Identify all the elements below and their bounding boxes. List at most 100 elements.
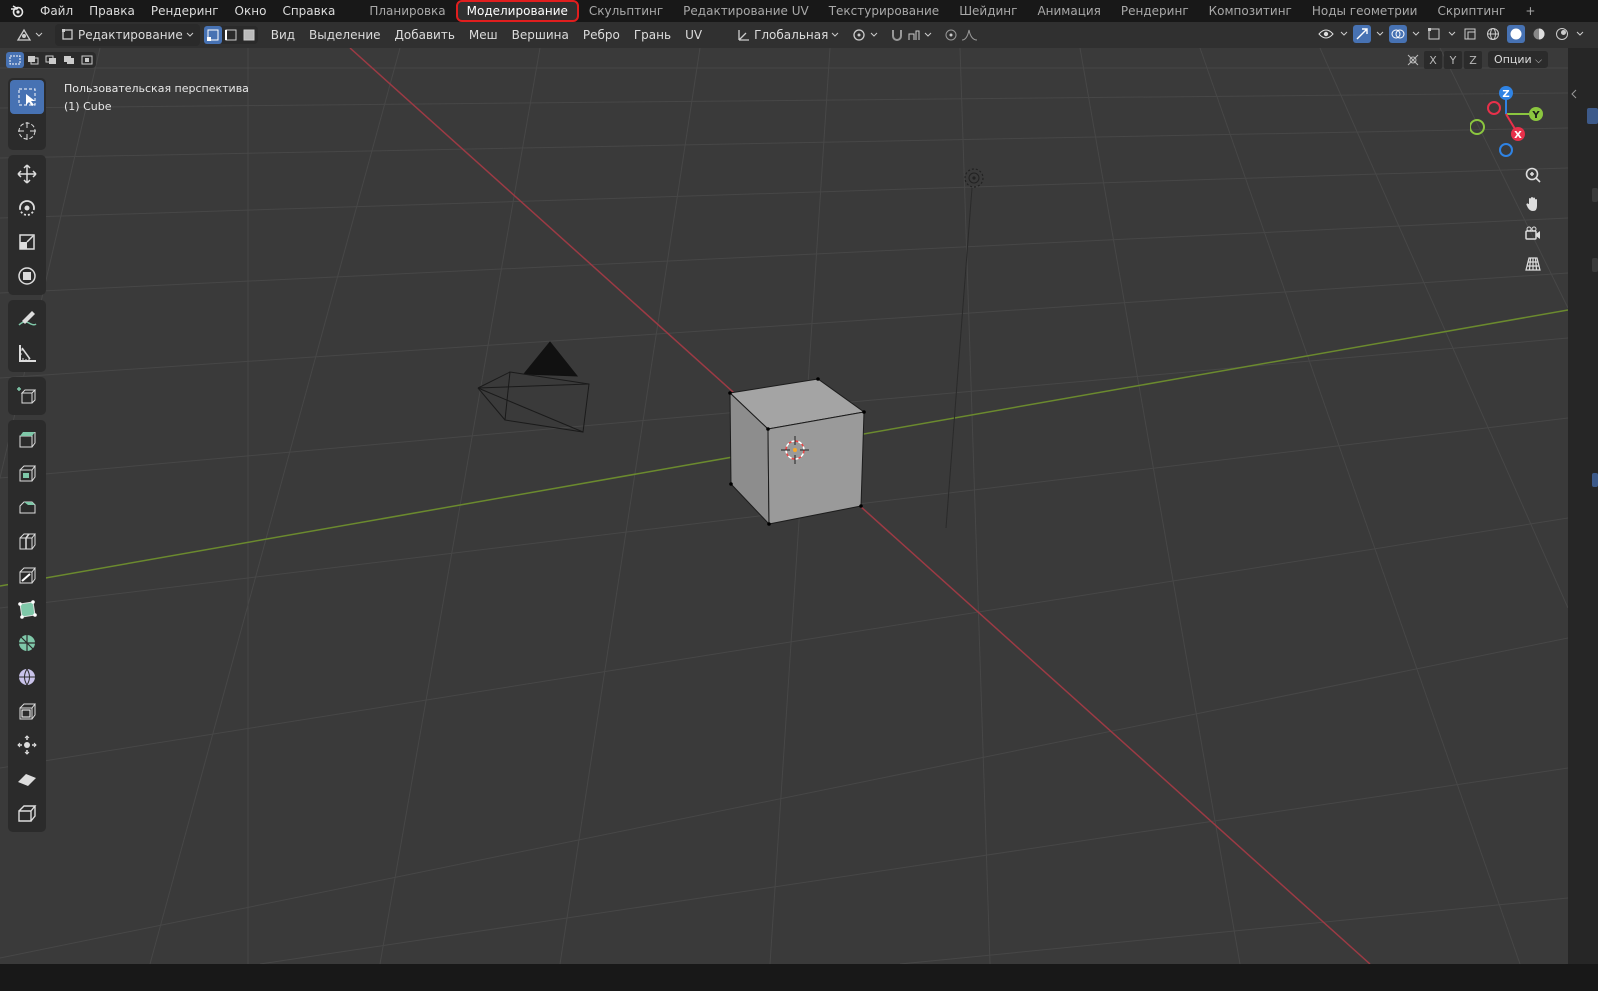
- chevron-down-icon[interactable]: [1376, 31, 1384, 37]
- tab-shading[interactable]: Шейдинг: [949, 1, 1027, 21]
- mirror-x-button[interactable]: X: [1424, 51, 1442, 69]
- status-bar: [0, 964, 1598, 991]
- tab-geometry-nodes[interactable]: Ноды геометрии: [1302, 1, 1428, 21]
- cube-object[interactable]: [728, 377, 866, 526]
- rotate-tool-icon[interactable]: [8, 191, 46, 225]
- chevron-down-icon[interactable]: [1576, 31, 1584, 37]
- tab-layout[interactable]: Планировка: [359, 1, 455, 21]
- snap-toggle[interactable]: [884, 24, 938, 46]
- editor-type-button[interactable]: [10, 24, 49, 46]
- options-label: Опции: [1494, 53, 1532, 66]
- smooth-tool-icon[interactable]: [8, 660, 46, 694]
- header-menu-mesh[interactable]: Меш: [462, 28, 505, 42]
- tab-compositing[interactable]: Композитинг: [1199, 1, 1302, 21]
- chevron-down-icon[interactable]: [1340, 31, 1348, 37]
- auto-merge-icon[interactable]: [1404, 51, 1422, 69]
- header-menu-select[interactable]: Выделение: [302, 28, 387, 42]
- select-extend-icon[interactable]: [24, 52, 42, 68]
- measure-tool-icon[interactable]: [8, 336, 46, 370]
- navigation-gizmo[interactable]: Y Z X: [1470, 84, 1550, 164]
- spin-tool-icon[interactable]: [8, 626, 46, 660]
- annotate-tool-icon[interactable]: [8, 302, 46, 336]
- tool-shelf: [8, 78, 46, 837]
- toggle-projection-button[interactable]: [1520, 251, 1546, 277]
- camera-object[interactable]: [477, 341, 590, 433]
- scale-tool-icon[interactable]: [8, 225, 46, 259]
- edge-select-icon[interactable]: [222, 26, 240, 44]
- mesh-edit-overlays-icon[interactable]: [1425, 25, 1443, 43]
- header-menu-face[interactable]: Грань: [627, 28, 678, 42]
- add-cube-tool-icon[interactable]: [8, 379, 46, 413]
- transform-tool-icon[interactable]: [8, 259, 46, 293]
- overlays-toggle-icon[interactable]: [1389, 25, 1407, 43]
- tab-rendering[interactable]: Рендеринг: [1111, 1, 1199, 21]
- camera-view-button[interactable]: [1520, 221, 1546, 247]
- tab-texture-paint[interactable]: Текстурирование: [819, 1, 949, 21]
- menu-render[interactable]: Рендеринг: [143, 0, 227, 22]
- select-intersect-icon[interactable]: [78, 52, 96, 68]
- extrude-tool-icon[interactable]: [8, 422, 46, 456]
- pan-view-button[interactable]: [1520, 191, 1546, 217]
- select-new-icon[interactable]: [6, 52, 24, 68]
- menu-edit[interactable]: Правка: [81, 0, 143, 22]
- select-box-tool-icon[interactable]: [10, 80, 44, 114]
- neg-z-axis-icon[interactable]: [1499, 143, 1513, 157]
- select-subtract-icon[interactable]: [42, 52, 60, 68]
- knife-tool-icon[interactable]: [8, 558, 46, 592]
- edge-slide-tool-icon[interactable]: [8, 694, 46, 728]
- mirror-y-button[interactable]: Y: [1444, 51, 1462, 69]
- collapse-arrow-icon[interactable]: [1571, 89, 1577, 99]
- blender-logo-icon[interactable]: [6, 0, 28, 22]
- header-menu-add[interactable]: Добавить: [388, 28, 462, 42]
- tab-sculpting[interactable]: Скульптинг: [579, 1, 673, 21]
- pivot-point-dropdown[interactable]: [845, 24, 884, 46]
- mirror-z-button[interactable]: Z: [1464, 51, 1482, 69]
- light-object[interactable]: [945, 168, 984, 529]
- 3d-viewport[interactable]: Пользовательская перспектива (1) Cube X …: [0, 48, 1568, 964]
- bevel-tool-icon[interactable]: [8, 490, 46, 524]
- zoom-view-button[interactable]: [1520, 162, 1546, 188]
- menu-window[interactable]: Окно: [227, 0, 275, 22]
- chevron-down-icon[interactable]: [1448, 31, 1456, 37]
- poly-build-tool-icon[interactable]: [8, 592, 46, 626]
- orientation-icon: [738, 30, 750, 41]
- vertex-select-icon[interactable]: [203, 26, 222, 44]
- shrink-fatten-tool-icon[interactable]: [8, 728, 46, 762]
- xray-toggle-icon[interactable]: [1461, 25, 1479, 43]
- solid-shading-icon[interactable]: [1507, 25, 1525, 43]
- z-axis-label: Z: [1502, 89, 1509, 100]
- editor-type-icon: [16, 28, 32, 41]
- loop-cut-tool-icon[interactable]: [8, 524, 46, 558]
- move-tool-icon[interactable]: [8, 157, 46, 191]
- tab-animation[interactable]: Анимация: [1027, 1, 1110, 21]
- select-invert-icon[interactable]: [60, 52, 78, 68]
- menu-help[interactable]: Справка: [274, 0, 343, 22]
- neg-y-axis-icon[interactable]: [1470, 119, 1485, 135]
- tab-modeling[interactable]: Моделирование: [455, 0, 579, 22]
- chevron-down-icon[interactable]: [1412, 31, 1420, 37]
- material-preview-icon[interactable]: [1530, 25, 1548, 43]
- shear-tool-icon[interactable]: [8, 762, 46, 796]
- transform-orientation-dropdown[interactable]: Глобальная: [731, 24, 845, 46]
- tab-scripting[interactable]: Скриптинг: [1427, 1, 1515, 21]
- options-dropdown[interactable]: Опции ⌵: [1488, 51, 1548, 68]
- gizmo-toggle-icon[interactable]: [1353, 25, 1371, 43]
- neg-x-axis-icon[interactable]: [1487, 101, 1501, 115]
- proportional-edit-toggle[interactable]: [938, 24, 985, 46]
- header-menu-uv[interactable]: UV: [678, 28, 709, 42]
- inset-tool-icon[interactable]: [8, 456, 46, 490]
- rip-region-tool-icon[interactable]: [8, 796, 46, 830]
- face-select-icon[interactable]: [240, 26, 258, 44]
- mode-selector[interactable]: Редактирование: [55, 24, 200, 46]
- header-menu-view[interactable]: Вид: [264, 28, 302, 42]
- add-workspace-button[interactable]: +: [1515, 1, 1545, 21]
- cursor-tool-icon[interactable]: [8, 114, 46, 148]
- snap-target-icon: [908, 30, 920, 40]
- visibility-icon[interactable]: [1317, 25, 1335, 43]
- tab-uv-editing[interactable]: Редактирование UV: [673, 1, 819, 21]
- menu-file[interactable]: Файл: [32, 0, 81, 22]
- wireframe-shading-icon[interactable]: [1484, 25, 1502, 43]
- header-menu-edge[interactable]: Ребро: [576, 28, 627, 42]
- header-menu-vertex[interactable]: Вершина: [505, 28, 576, 42]
- rendered-shading-icon[interactable]: [1553, 25, 1571, 43]
